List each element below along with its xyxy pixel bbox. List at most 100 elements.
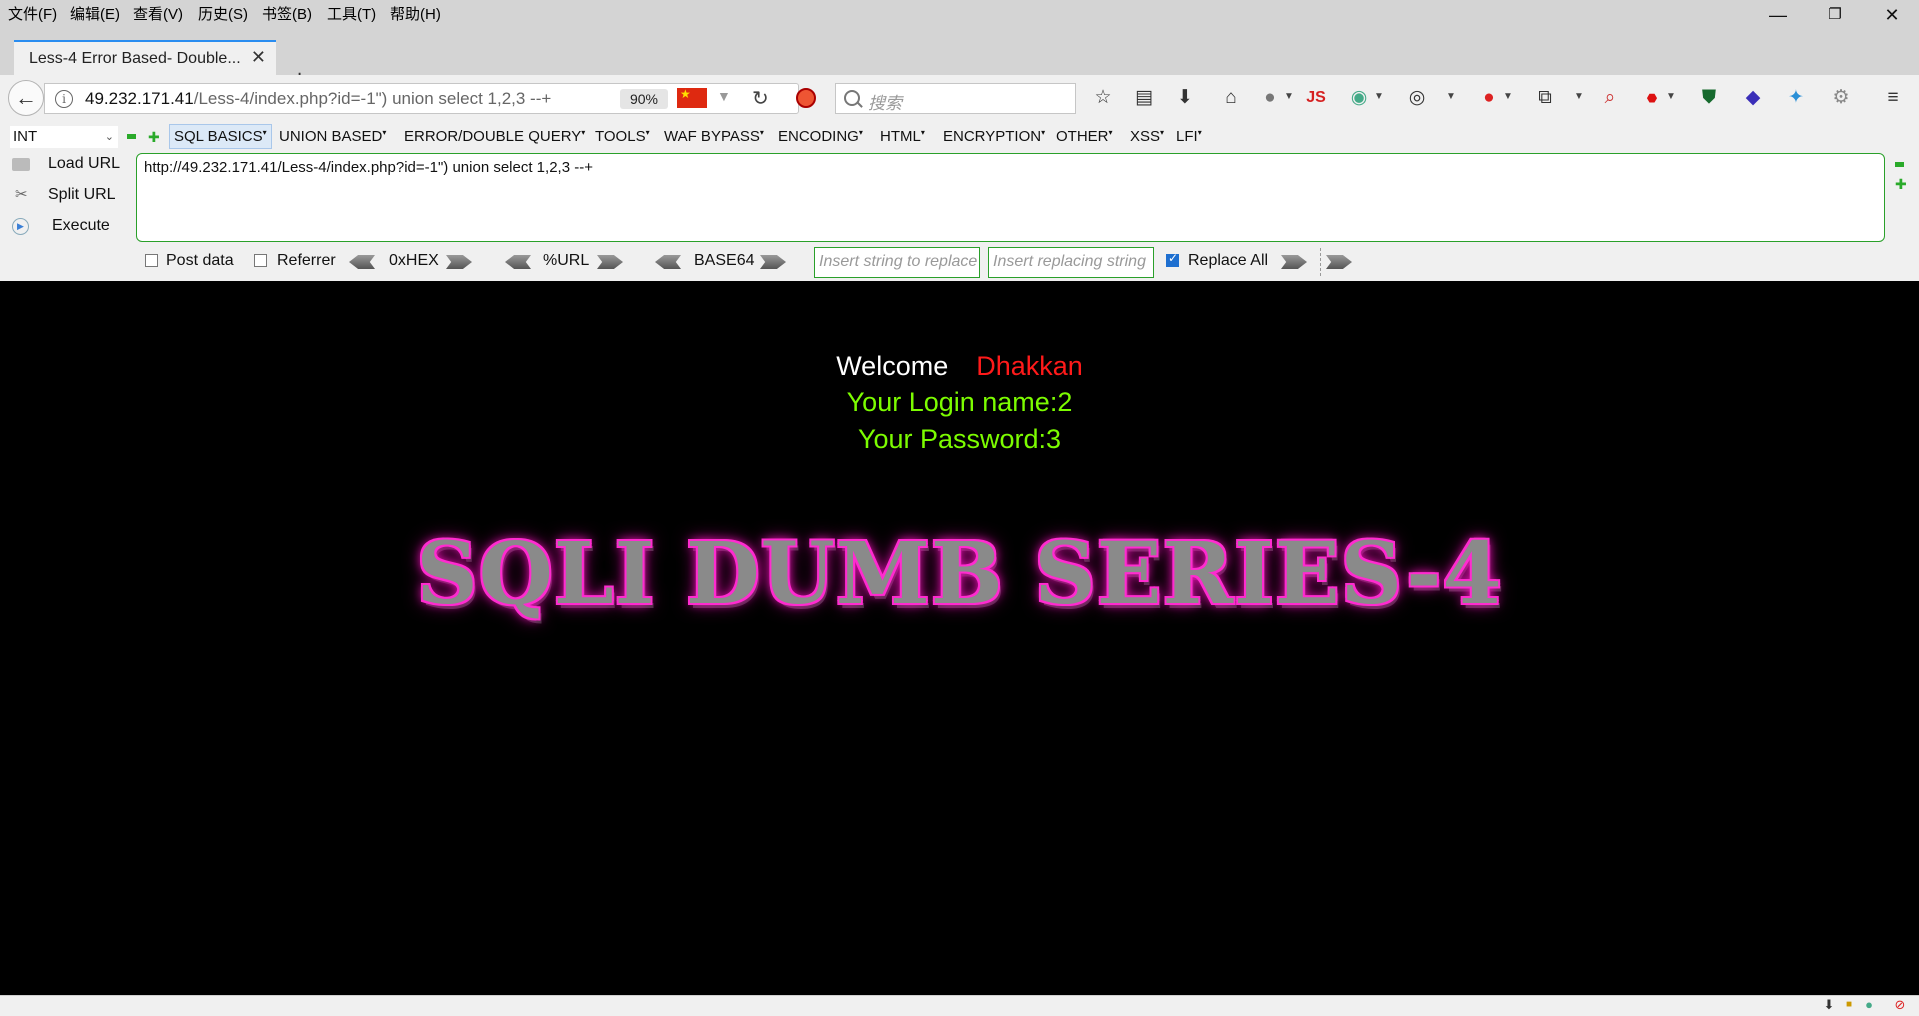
tab-close-icon[interactable]: ✕ <box>251 47 266 68</box>
chevron-down-icon[interactable]: ▼ <box>1666 91 1676 102</box>
base64-encode-arrow-icon[interactable] <box>760 255 786 269</box>
search-placeholder: 搜索 <box>868 94 902 113</box>
download-icon[interactable]: ⬇ <box>1822 998 1836 1012</box>
shield-icon[interactable]: ⛊ <box>1696 85 1722 111</box>
chevron-down-icon[interactable]: ▼ <box>1574 91 1584 102</box>
translate-icon[interactable]: ◉ <box>1346 85 1372 111</box>
tab-active[interactable]: Less-4 Error Based- Double... ✕ <box>14 40 276 75</box>
adblock-icon[interactable]: ⬣ <box>1639 85 1665 111</box>
scissors-icon: ✂ <box>15 186 28 203</box>
referrer-checkbox[interactable] <box>254 254 267 267</box>
info-icon[interactable]: i <box>55 90 73 108</box>
hackbar-menu-error-double-query[interactable]: ERROR/DOUBLE QUERY▾ <box>404 128 585 145</box>
tabs-icon[interactable]: ⧉ <box>1532 85 1558 111</box>
menu-bar: 文件(F) 编辑(E) 查看(V) 历史(S) 书签(B) 工具(T) 帮助(H… <box>0 0 1919 28</box>
url-encode-label: %URL <box>543 252 590 269</box>
divider <box>1320 248 1321 276</box>
plus-icon[interactable]: ✚ <box>1895 176 1907 193</box>
replace-all-checkbox[interactable] <box>1166 251 1179 267</box>
menu-bookmarks[interactable]: 书签(B) <box>262 3 312 24</box>
hex-label: 0xHEX <box>389 252 439 269</box>
bookmark-star-icon[interactable]: ☆ <box>1090 85 1116 111</box>
hamburger-menu-icon[interactable]: ≡ <box>1880 85 1906 111</box>
chevron-down-icon[interactable]: ▼ <box>1503 91 1513 102</box>
chevron-down-icon: ⌄ <box>104 131 114 143</box>
palette-icon[interactable]: ◎ <box>1404 85 1430 111</box>
restore-button[interactable]: ❐ <box>1815 2 1855 28</box>
hackbar-menu-tools[interactable]: TOOLS▾ <box>595 128 650 145</box>
chevron-down-icon[interactable]: ▼ <box>1446 91 1456 102</box>
hex-decode-arrow-icon[interactable] <box>349 255 375 269</box>
url-bar[interactable]: i 49.232.171.41/Less-4/index.php?id=-1")… <box>44 83 799 114</box>
hackbar-menu-other[interactable]: OTHER▾ <box>1056 128 1113 145</box>
layers-icon[interactable]: ◆ <box>1740 85 1766 111</box>
reload-icon[interactable]: ↻ <box>752 86 769 111</box>
post-data-label: Post data <box>166 252 234 269</box>
menu-edit[interactable]: 编辑(E) <box>70 3 120 24</box>
hackbar-menu-encoding[interactable]: ENCODING▾ <box>778 128 863 145</box>
noscript-icon[interactable]: ⊘ <box>1893 998 1907 1012</box>
noscript-icon[interactable] <box>796 88 816 108</box>
post-data-checkbox[interactable] <box>145 254 158 267</box>
split-url-button[interactable]: ✂ Split URL <box>12 186 116 204</box>
hackbar-menu-html[interactable]: HTML▾ <box>880 128 925 145</box>
menu-file[interactable]: 文件(F) <box>8 3 57 24</box>
base64-decode-arrow-icon[interactable] <box>655 255 681 269</box>
zoom-icon[interactable]: ⌕ <box>1597 85 1623 111</box>
replace-right-arrow-icon[interactable] <box>1281 255 1307 269</box>
tab-title: Less-4 Error Based- Double... <box>29 50 241 67</box>
chevron-down-icon[interactable]: ▼ <box>1284 91 1294 102</box>
lips-icon[interactable]: ● <box>1476 85 1502 111</box>
hackbar-menu-waf-bypass[interactable]: WAF BYPASS▾ <box>664 128 764 145</box>
hackbar-menu-xss[interactable]: XSS▾ <box>1130 128 1164 145</box>
sqli-dumb-series-banner: SQLI DUMB SERIES-4 <box>416 524 1503 624</box>
minus-icon[interactable] <box>1895 162 1904 167</box>
execute-button[interactable]: ▶ Execute <box>12 217 110 235</box>
hackbar-menu-sql-basics[interactable]: SQL BASICS▾ <box>169 124 272 149</box>
type-select-value: INT <box>13 128 38 145</box>
back-arrow-icon[interactable]: ← <box>8 80 44 116</box>
menu-history[interactable]: 历史(S) <box>198 3 248 24</box>
close-window-button[interactable]: ✕ <box>1872 2 1912 28</box>
home-icon[interactable]: ⌂ <box>1218 85 1244 111</box>
hackbar-menu-encryption[interactable]: ENCRYPTION▾ <box>943 128 1045 145</box>
globe-icon[interactable]: ● <box>1257 85 1283 111</box>
load-url-label: Load URL <box>48 155 121 172</box>
zoom-level[interactable]: 90% <box>620 89 668 109</box>
minus-icon[interactable] <box>127 134 136 139</box>
url-encode-arrow-icon[interactable] <box>597 255 623 269</box>
menu-help[interactable]: 帮助(H) <box>390 3 441 24</box>
hex-encode-arrow-icon[interactable] <box>446 255 472 269</box>
hackbar-menu-union-based[interactable]: UNION BASED▾ <box>279 128 386 145</box>
url-decode-arrow-icon[interactable] <box>505 255 531 269</box>
search-icon <box>844 90 860 106</box>
js-icon[interactable]: JS <box>1303 85 1329 111</box>
base64-label: BASE64 <box>694 252 755 269</box>
puzzle-icon[interactable]: ■ <box>1842 998 1856 1012</box>
replacing-string-input[interactable]: Insert replacing string <box>988 247 1154 278</box>
plus-icon[interactable]: ✚ <box>148 129 160 146</box>
gear-icon[interactable]: ⚙ <box>1828 85 1854 111</box>
download-icon[interactable]: ⬇ <box>1172 85 1198 111</box>
hackbar-url-textarea[interactable]: http://49.232.171.41/Less-4/index.php?id… <box>136 153 1885 242</box>
execute-label: Execute <box>52 217 110 234</box>
reading-list-icon[interactable]: ▤ <box>1131 85 1157 111</box>
url-path: /Less-4/index.php?id=-1") union select 1… <box>193 89 552 108</box>
welcome-text: Welcome <box>836 351 949 381</box>
replace-string-input[interactable]: Insert string to replace <box>814 247 980 278</box>
hackbar-menu-lfi[interactable]: LFI▾ <box>1176 128 1202 145</box>
menu-view[interactable]: 查看(V) <box>133 3 183 24</box>
chevron-down-icon[interactable]: ▼ <box>717 88 731 104</box>
menu-tools[interactable]: 工具(T) <box>327 3 376 24</box>
extension-n-icon[interactable]: ✦ <box>1783 85 1809 111</box>
type-select[interactable]: INT ⌄ <box>10 126 118 148</box>
globe-icon[interactable]: ● <box>1862 998 1876 1012</box>
minimize-button[interactable]: — <box>1758 2 1798 28</box>
china-flag-icon[interactable]: ★ <box>677 87 707 108</box>
chevron-down-icon[interactable]: ▼ <box>1374 91 1384 102</box>
split-url-label: Split URL <box>48 186 116 203</box>
search-bar[interactable]: 搜索 <box>835 83 1076 114</box>
play-icon: ▶ <box>12 218 29 235</box>
replace-left-arrow-icon[interactable] <box>1326 255 1352 269</box>
load-url-button[interactable]: Load URL <box>12 155 120 173</box>
